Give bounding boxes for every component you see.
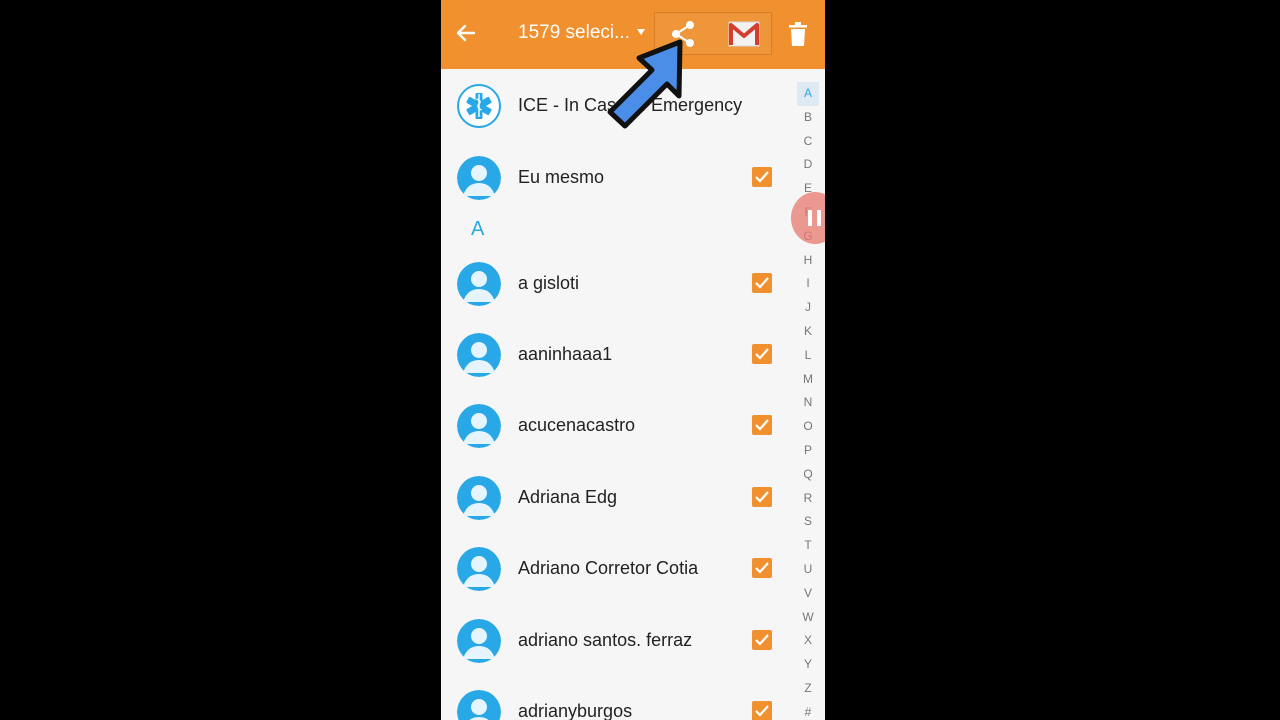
arrow-left-icon	[456, 24, 476, 42]
checkbox[interactable]	[752, 415, 772, 435]
pointer-arrow-icon	[607, 39, 683, 129]
index-letter[interactable]: A	[797, 82, 819, 106]
check-icon	[755, 705, 769, 717]
alphabet-index-bar[interactable]: A B C D E F G H I J K L M N O P Q R S T …	[797, 82, 819, 720]
trash-icon	[789, 22, 807, 46]
contact-name: adrianyburgos	[518, 701, 633, 720]
index-letter[interactable]: W	[797, 606, 819, 630]
person-icon	[457, 404, 501, 448]
list-item[interactable]: adriano santos. ferraz	[441, 605, 791, 677]
list-item[interactable]: Adriana Edg	[441, 462, 791, 534]
avatar	[457, 156, 501, 200]
avatar	[457, 262, 501, 306]
check-icon	[755, 171, 769, 183]
checkbox[interactable]	[752, 630, 772, 650]
section-header-a: A	[471, 218, 485, 240]
person-icon	[457, 262, 501, 306]
checkbox[interactable]	[752, 273, 772, 293]
index-letter[interactable]: J	[797, 296, 819, 320]
index-letter[interactable]: B	[797, 106, 819, 130]
check-icon	[755, 419, 769, 431]
contact-name: Eu mesmo	[518, 167, 605, 187]
index-letter[interactable]: S	[797, 510, 819, 534]
index-letter[interactable]: Q	[797, 463, 819, 487]
gmail-icon	[728, 21, 760, 47]
list-item[interactable]: acucenacastro	[441, 390, 791, 462]
index-letter[interactable]: I	[797, 272, 819, 296]
index-letter[interactable]: L	[797, 344, 819, 368]
index-letter[interactable]: O	[797, 415, 819, 439]
index-letter[interactable]: T	[797, 534, 819, 558]
checkbox[interactable]	[752, 487, 772, 507]
check-icon	[755, 348, 769, 360]
contact-name: adriano santos. ferraz	[518, 630, 693, 650]
person-icon	[457, 156, 501, 200]
index-letter[interactable]: U	[797, 558, 819, 582]
checkbox[interactable]	[752, 167, 772, 187]
person-icon	[457, 476, 501, 520]
star-of-life-icon	[466, 93, 492, 119]
avatar	[457, 333, 501, 377]
contact-name: acucenacastro	[518, 415, 636, 435]
delete-button[interactable]	[783, 18, 813, 50]
index-letter[interactable]: R	[797, 487, 819, 511]
checkbox[interactable]	[752, 558, 772, 578]
person-icon	[457, 547, 501, 591]
index-letter[interactable]: C	[797, 130, 819, 154]
person-icon	[457, 619, 501, 663]
ice-avatar	[457, 84, 501, 128]
check-icon	[755, 634, 769, 646]
index-letter[interactable]: D	[797, 153, 819, 177]
avatar	[457, 476, 501, 520]
avatar	[457, 547, 501, 591]
check-icon	[755, 491, 769, 503]
index-letter[interactable]: #	[797, 701, 819, 720]
checkbox[interactable]	[752, 344, 772, 364]
contact-name: Adriana Edg	[518, 487, 618, 507]
contact-name: aaninhaaa1	[518, 344, 613, 364]
index-letter[interactable]: N	[797, 391, 819, 415]
check-icon	[755, 277, 769, 289]
list-item-me[interactable]: Eu mesmo	[441, 142, 791, 214]
index-letter[interactable]: M	[797, 368, 819, 392]
back-button[interactable]	[451, 18, 481, 48]
index-letter[interactable]: H	[797, 249, 819, 273]
checkbox[interactable]	[752, 701, 772, 720]
index-letter[interactable]: X	[797, 629, 819, 653]
chevron-down-icon[interactable]	[637, 29, 645, 35]
avatar	[457, 404, 501, 448]
avatar	[457, 619, 501, 663]
index-letter[interactable]: Y	[797, 653, 819, 677]
list-item[interactable]: aaninhaaa1	[441, 319, 791, 391]
gmail-button[interactable]	[727, 19, 761, 49]
pause-icon	[808, 210, 821, 226]
index-letter[interactable]: Z	[797, 677, 819, 701]
person-icon	[457, 333, 501, 377]
index-letter[interactable]: P	[797, 439, 819, 463]
avatar	[457, 690, 501, 720]
index-letter[interactable]: K	[797, 320, 819, 344]
contact-name: a gisloti	[518, 273, 580, 293]
list-item[interactable]: Adriano Corretor Cotia	[441, 533, 791, 605]
check-icon	[755, 562, 769, 574]
list-item[interactable]: adrianyburgos	[441, 676, 791, 720]
index-letter[interactable]: V	[797, 582, 819, 606]
list-item[interactable]: a gisloti	[441, 248, 791, 320]
person-icon	[457, 690, 501, 720]
contact-name: Adriano Corretor Cotia	[518, 558, 699, 578]
